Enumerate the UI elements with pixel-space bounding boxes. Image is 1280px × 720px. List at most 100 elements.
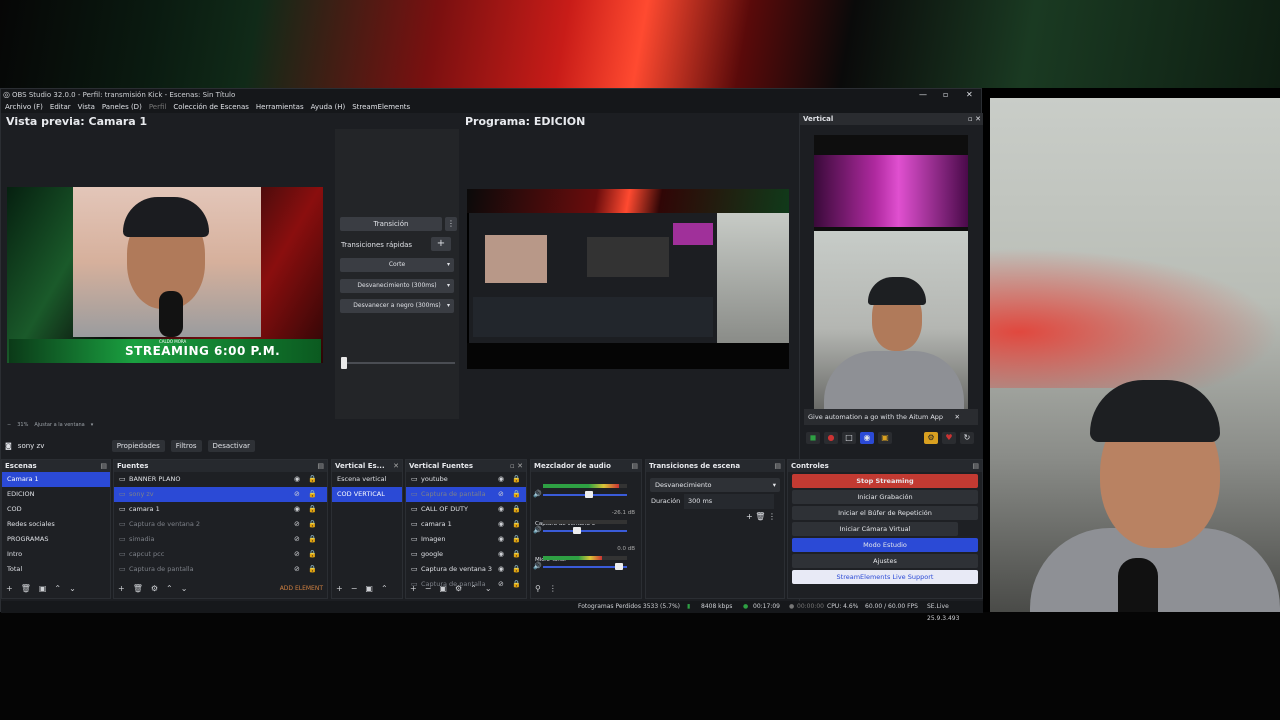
fit-window-dropdown[interactable]: Ajustar a la ventana bbox=[34, 422, 84, 428]
lock-icon[interactable]: 🔒 bbox=[512, 547, 521, 562]
scene-item[interactable]: PROGRAMAS bbox=[2, 532, 110, 547]
gear-icon[interactable]: ⚙ bbox=[151, 584, 158, 593]
source-item[interactable]: ▭ Captura de pantalla ⊘ 🔒 bbox=[114, 562, 327, 577]
delete-icon[interactable]: 🗑 bbox=[755, 512, 765, 521]
up-icon[interactable]: ⌃ bbox=[166, 584, 173, 593]
down-icon[interactable]: ⌄ bbox=[69, 584, 76, 593]
fader-handle[interactable] bbox=[615, 563, 624, 570]
scene-item[interactable]: Camara 1 bbox=[2, 472, 110, 487]
maximize-button[interactable]: ▫ bbox=[943, 89, 948, 101]
fader-handle[interactable] bbox=[573, 527, 582, 534]
close-window-button[interactable]: ✕ bbox=[966, 89, 973, 101]
transition-option-fade-black[interactable]: Desvanecer a negro (300ms) ▾ bbox=[340, 299, 454, 313]
stream-icon[interactable]: ◼ bbox=[806, 432, 820, 444]
add-icon[interactable]: + bbox=[410, 584, 417, 593]
zoom-minus-icon[interactable]: − bbox=[7, 422, 11, 428]
minimize-button[interactable]: — bbox=[919, 89, 927, 101]
dock-menu-icon[interactable]: ▤ bbox=[317, 460, 324, 472]
up-icon[interactable]: ⌃ bbox=[381, 584, 388, 593]
gear-icon[interactable]: ⚙ bbox=[924, 432, 938, 444]
up-icon[interactable]: ⌃ bbox=[470, 584, 477, 593]
delete-icon[interactable]: 🗑 bbox=[21, 584, 31, 593]
filter-icon[interactable]: ▣ bbox=[439, 584, 447, 593]
menu-paneles[interactable]: Paneles (D) bbox=[102, 101, 142, 113]
duration-field[interactable]: 300 ms bbox=[684, 494, 774, 509]
source-item[interactable]: ▭ Captura de ventana 2 ⊘ 🔒 bbox=[114, 517, 327, 532]
scene-item[interactable]: Total bbox=[2, 562, 110, 577]
add-icon[interactable]: + bbox=[336, 584, 343, 593]
add-icon[interactable]: + bbox=[118, 584, 125, 593]
gear-icon[interactable]: ⚙ bbox=[455, 584, 462, 593]
down-icon[interactable]: ⌄ bbox=[485, 584, 492, 593]
deactivate-button[interactable]: Desactivar bbox=[207, 440, 256, 452]
eye-off-icon[interactable]: ⊘ bbox=[294, 517, 300, 532]
close-icon[interactable]: ▫ ✕ bbox=[510, 460, 523, 472]
eye-icon[interactable]: ◉ bbox=[498, 562, 504, 577]
eye-icon[interactable]: ◉ bbox=[498, 472, 504, 487]
lock-icon[interactable]: 🔒 bbox=[308, 502, 317, 517]
scene-item[interactable]: COD bbox=[2, 502, 110, 517]
filter-icon[interactable]: ▣ bbox=[365, 584, 373, 593]
menu-vista[interactable]: Vista bbox=[78, 101, 95, 113]
more-options-icon[interactable]: ⋮ bbox=[549, 584, 557, 593]
dock-menu-icon[interactable]: ▤ bbox=[774, 460, 781, 472]
speaker-icon[interactable]: 🔊 bbox=[533, 526, 542, 534]
record-icon[interactable]: ● bbox=[824, 432, 838, 444]
lock-icon[interactable]: 🔒 bbox=[308, 562, 317, 577]
lock-icon[interactable]: 🔒 bbox=[512, 517, 521, 532]
speaker-icon[interactable]: 🔊 bbox=[533, 562, 542, 570]
eye-off-icon[interactable]: ⊘ bbox=[294, 547, 300, 562]
add-icon[interactable]: + bbox=[6, 584, 13, 593]
start-recording-button[interactable]: Iniciar Grabación bbox=[792, 490, 978, 504]
lock-icon[interactable]: 🔒 bbox=[308, 472, 317, 487]
eye-icon[interactable]: ◉ bbox=[294, 502, 300, 517]
stop-streaming-button[interactable]: Stop Streaming bbox=[792, 474, 978, 488]
square-icon[interactable]: □ bbox=[842, 432, 856, 444]
volume-fader[interactable] bbox=[543, 530, 627, 532]
virtual-cam-icon[interactable]: ◉ bbox=[860, 432, 874, 444]
menu-coleccion[interactable]: Colección de Escenas bbox=[173, 101, 249, 113]
lock-icon[interactable]: 🔒 bbox=[512, 562, 521, 577]
eye-off-icon[interactable]: ⊘ bbox=[294, 487, 300, 502]
lock-icon[interactable]: 🔒 bbox=[308, 487, 317, 502]
menu-archivo[interactable]: Archivo (F) bbox=[5, 101, 43, 113]
eye-icon[interactable]: ◉ bbox=[294, 472, 300, 487]
source-item[interactable]: ▭ BANNER PLANO ◉ 🔒 bbox=[114, 472, 327, 487]
source-item[interactable]: ▭ CALL OF DUTY ◉ 🔒 bbox=[406, 502, 526, 517]
properties-button[interactable]: Propiedades bbox=[111, 440, 165, 452]
source-item[interactable]: ▭ simadia ⊘ 🔒 bbox=[114, 532, 327, 547]
filters-button[interactable]: Filtros bbox=[170, 440, 202, 452]
preview-canvas[interactable]: CALDO MORA STREAMING 6:00 P.M. bbox=[7, 187, 323, 363]
close-notice-icon[interactable]: ✕ bbox=[955, 409, 960, 425]
lock-icon[interactable]: 🔒 bbox=[512, 502, 521, 517]
menu-herramientas[interactable]: Herramientas bbox=[256, 101, 304, 113]
heart-icon[interactable]: ♥ bbox=[942, 432, 956, 444]
t-bar-handle[interactable] bbox=[341, 357, 347, 369]
virtual-camera-button[interactable]: Iniciar Cámara Virtual bbox=[792, 522, 958, 536]
source-item[interactable]: ▭ Captura de ventana 3 ◉ 🔒 bbox=[406, 562, 526, 577]
lock-icon[interactable]: 🔒 bbox=[512, 472, 521, 487]
scene-item[interactable]: Redes sociales bbox=[2, 517, 110, 532]
remove-icon[interactable]: − bbox=[351, 584, 358, 593]
t-bar-track[interactable] bbox=[343, 362, 455, 364]
add-quick-transition-button[interactable]: + bbox=[431, 237, 451, 251]
replay-icon[interactable]: ▣ bbox=[878, 432, 892, 444]
streamelements-support-button[interactable]: StreamElements Live Support bbox=[792, 570, 978, 584]
chevron-down-icon[interactable]: ▾ bbox=[91, 422, 94, 428]
delete-icon[interactable]: 🗑 bbox=[133, 584, 143, 593]
down-icon[interactable]: ⌄ bbox=[181, 584, 188, 593]
dock-menu-icon[interactable]: ▤ bbox=[972, 460, 979, 472]
menu-streamelements[interactable]: StreamElements bbox=[352, 101, 410, 113]
source-item[interactable]: ▭ camara 1 ◉ 🔒 bbox=[114, 502, 327, 517]
remove-icon[interactable]: − bbox=[425, 584, 432, 593]
eye-off-icon[interactable]: ⊘ bbox=[498, 487, 504, 502]
source-item[interactable]: ▭ capcut pcc ⊘ 🔒 bbox=[114, 547, 327, 562]
source-item[interactable]: ▭ sony zv ⊘ 🔒 bbox=[114, 487, 327, 502]
eye-icon[interactable]: ◉ bbox=[498, 547, 504, 562]
link-icon[interactable]: ⚲ bbox=[535, 584, 541, 593]
refresh-icon[interactable]: ↻ bbox=[960, 432, 974, 444]
add-icon[interactable]: + bbox=[746, 512, 753, 521]
lock-icon[interactable]: 🔒 bbox=[308, 547, 317, 562]
source-item[interactable]: ▭ youtube ◉ 🔒 bbox=[406, 472, 526, 487]
transition-button[interactable]: Transición bbox=[340, 217, 442, 231]
